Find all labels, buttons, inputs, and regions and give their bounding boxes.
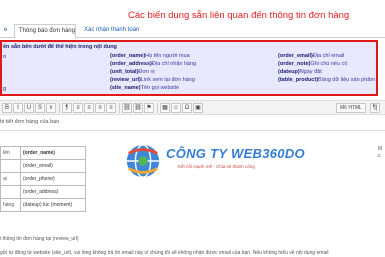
anchor-button[interactable]: ⚑ (144, 103, 154, 113)
watermark-tagline: Kết nối mạnh mẽ - Chia sẻ thành công (178, 164, 255, 169)
variable-key: (order_name) (110, 53, 146, 59)
table-row: lên (order_name) (0, 146, 86, 160)
variable-desc: Tên gọi website (140, 85, 180, 91)
variables-left-col-item: o (3, 54, 7, 60)
toolbar-separator (59, 103, 60, 113)
watermark: CÔNG TY WEB360DO Kết nối mạnh mẽ - Chia … (116, 136, 305, 188)
tab-payment-confirmation[interactable]: Xác nhận thanh toán (80, 24, 140, 38)
align-justify-button[interactable]: ≡ (106, 103, 116, 113)
align-left-button[interactable]: ≡ (73, 103, 83, 113)
table-row: hàng (dateup) lúc (moment) (0, 198, 86, 212)
order-info-table: lên (order_name) (order_email) ại (order… (0, 146, 86, 212)
table-button[interactable]: ▦ (160, 103, 170, 113)
editor-first-line: hi tiết đơn hàng của bạn (0, 119, 60, 125)
table-cell-label: lên (0, 146, 21, 160)
align-right-button[interactable]: ≡ (95, 103, 105, 113)
variable-desc: Địa chỉ nhận hàng (151, 61, 197, 67)
text-direction-button[interactable]: ¶| (370, 103, 380, 113)
tab-partial[interactable]: e (0, 24, 12, 38)
bold-button[interactable]: B (2, 103, 12, 113)
variable-key: (order_note) (278, 61, 311, 67)
variable-item: (dateup)Ngày đặt (278, 69, 322, 75)
variable-desc: Địa chỉ email (312, 53, 345, 59)
variable-key: (order_email) (278, 53, 313, 59)
variable-key: (review_url) (110, 77, 141, 83)
variable-item: (review_url)Link xem lại đơn hàng (110, 77, 195, 83)
editor-toolbar: B I U S x ¶ ≡ ≡ ≡ ≡ ⛓ ⛓ ⚑ ▦ ☺ Ω ▣ M6 HTM… (0, 100, 385, 115)
toolbar-separator (157, 103, 158, 113)
tab-bar: e Thông báo đơn hàng Xác nhận thanh toán (0, 24, 385, 39)
variable-key: (order_address) (110, 61, 152, 67)
table-cell-value: (order_name) (20, 146, 86, 160)
table-cell-value: (dateup) lúc (moment) (20, 198, 86, 212)
special-char-button[interactable]: Ω (182, 103, 192, 113)
variable-item: (order_note)Ghi chú nếu có (278, 61, 347, 67)
variable-desc: Đơn vị (138, 69, 155, 75)
variable-desc: Họ tên người mua (145, 53, 190, 59)
variables-left-col-item: g (3, 86, 7, 92)
table-cell-value: (order_phone) (20, 172, 86, 186)
link-button[interactable]: ⛓ (122, 103, 132, 113)
variable-item: (unit_total)Đơn vị (110, 69, 155, 75)
watermark-brand: CÔNG TY WEB360DO (166, 146, 305, 161)
remove-format-button[interactable]: x (46, 103, 56, 113)
variable-desc: Bảng dữ liệu sản phẩm (318, 77, 375, 83)
table-cell-label (0, 185, 21, 199)
paragraph-button[interactable]: ¶ (62, 103, 72, 113)
side-letter: M (378, 146, 383, 152)
variable-item: (table_product)Bảng dữ liệu sản phẩm (278, 77, 375, 83)
variable-desc: Link xem lại đơn hàng (140, 77, 195, 83)
variable-desc: Ngày đặt (299, 69, 322, 75)
table-row: (order_email) (0, 159, 86, 173)
unlink-button[interactable]: ⛓ (133, 103, 143, 113)
editor-side-text: M c (378, 146, 382, 160)
variable-key: (table_product) (278, 77, 319, 83)
side-letter: c (378, 153, 381, 159)
globe-logo-icon (126, 144, 160, 178)
variable-item: (site_name)Tên gọi website (110, 85, 179, 91)
variable-desc: Ghi chú nếu có (310, 61, 348, 67)
editor-note-line: gửi tự động từ website (site_url), vui l… (0, 250, 329, 256)
table-cell-label: ại (0, 172, 21, 186)
editor-divider (0, 130, 385, 131)
variables-panel-title: ến sẵn bên dưới để thể hiện trong nội du… (3, 44, 117, 50)
variables-panel: ến sẵn bên dưới để thể hiện trong nội du… (0, 40, 378, 96)
table-cell-value: (order_address) (20, 185, 86, 199)
variable-item: (order_address)Địa chỉ nhận hàng (110, 61, 196, 67)
variable-item: (order_name)Họ tên người mua (110, 53, 190, 59)
variable-key: (dateup) (278, 69, 300, 75)
italic-button[interactable]: I (13, 103, 23, 113)
table-row: (order_address) (0, 185, 86, 199)
variable-key: (site_name) (110, 85, 141, 91)
toolbar-separator (119, 103, 120, 113)
iframe-button[interactable]: ▣ (193, 103, 203, 113)
editor-review-line: i thông tin đơn hàng tại (review_url) (0, 236, 79, 242)
html-source-button[interactable]: M6 HTML (336, 103, 366, 113)
underline-button[interactable]: U (24, 103, 34, 113)
table-row: ại (order_phone) (0, 172, 86, 186)
table-cell-label (0, 159, 21, 173)
tab-order-notification[interactable]: Thông báo đơn hàng (14, 24, 76, 39)
smiley-button[interactable]: ☺ (171, 103, 181, 113)
variable-key: (unit_total) (110, 69, 139, 75)
variable-item: (order_email)Địa chỉ email (278, 53, 344, 59)
align-center-button[interactable]: ≡ (84, 103, 94, 113)
table-cell-value: (order_email) (20, 159, 86, 173)
annotation-label: Các biến dụng sẵn liên quan đến thông ti… (128, 10, 350, 21)
strike-button[interactable]: S (35, 103, 45, 113)
table-cell-label: hàng (0, 198, 21, 212)
